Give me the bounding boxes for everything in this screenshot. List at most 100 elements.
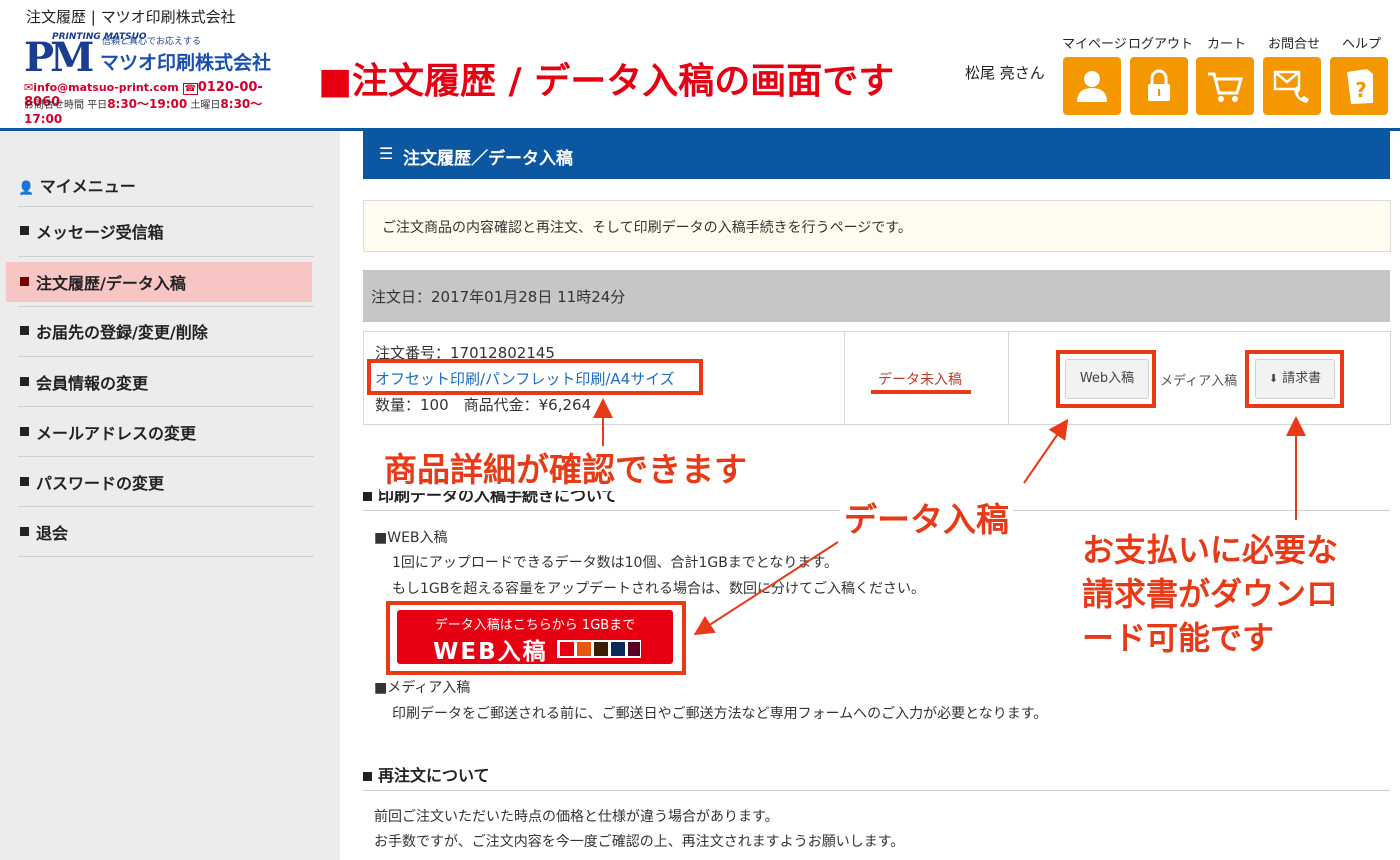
sidebar-item-order-history[interactable]: 注文履歴/データ入稿 (6, 262, 312, 302)
sidebar-item-label: 退会 (36, 524, 69, 543)
logo-company-name: マツオ印刷株式会社 (100, 52, 272, 74)
divider (18, 206, 314, 207)
divider (18, 556, 314, 557)
sidebar-item-addresses[interactable]: お届先の登録/変更/削除 (6, 311, 312, 351)
window-title: 注文履歴 | マツオ印刷株式会社 (26, 8, 236, 26)
contact-email: info@matsuo-print.com (33, 81, 179, 94)
help-button[interactable]: ? (1330, 57, 1388, 115)
highlight-invoice (1245, 350, 1344, 408)
help-book-icon: ? (1347, 69, 1373, 104)
reorder-section-title: 再注文について (363, 762, 490, 786)
sidebar: 👤 マイメニュー メッセージ受信箱 注文履歴/データ入稿 お届先の登録/変更/削… (0, 131, 340, 860)
sidebar-heading: 👤 マイメニュー (18, 173, 136, 197)
divider (844, 332, 845, 424)
annotation-data-upload: データ入稿 (840, 493, 1013, 541)
bullet-icon (363, 492, 372, 501)
sidebar-item-label: お届先の登録/変更/削除 (36, 323, 208, 342)
bullet-icon (20, 377, 29, 386)
intro-text: ご注文商品の内容確認と再注文、そして印刷データの入稿手続きを行うページです。 (382, 220, 912, 236)
media-upload-heading: ■メディア入稿 (374, 680, 471, 696)
nav-label-help[interactable]: ヘルプ (1342, 33, 1381, 52)
divider (18, 356, 314, 357)
annotation-invoice: お支払いに必要な 請求書がダウンロ ード可能です (1082, 528, 1338, 660)
arrow-web-upload (1023, 418, 1069, 484)
sidebar-item-label: 会員情報の変更 (36, 374, 149, 393)
highlight-status-underline (871, 390, 971, 394)
sidebar-item-password[interactable]: パスワードの変更 (6, 462, 312, 502)
web-upload-line2: もし1GBを超える容量をアップデートされる場合は、数回に分けてご入稿ください。 (392, 581, 925, 597)
sidebar-item-label: メールアドレスの変更 (36, 424, 197, 443)
cart-icon (1208, 72, 1243, 102)
nav-label-contact[interactable]: お問合せ (1268, 33, 1320, 52)
intro-notice: ご注文商品の内容確認と再注文、そして印刷データの入稿手続きを行うページです。 (363, 200, 1391, 252)
sidebar-item-withdraw[interactable]: 退会 (6, 512, 312, 552)
sidebar-item-messages[interactable]: メッセージ受信箱 (6, 211, 312, 251)
annotation-product-detail: 商品詳細が確認できます (380, 443, 751, 491)
logo-tagline: 信頼と真心でお応えする (102, 37, 202, 47)
hours-label: お問合せ時間 (24, 100, 84, 111)
highlight-web-upload (1056, 350, 1156, 408)
sidebar-item-member-info[interactable]: 会員情報の変更 (6, 362, 312, 402)
nav-label-logout[interactable]: ログアウト (1128, 33, 1193, 52)
reorder-line1: 前回ご注文いただいた時点の価格と仕様が違う場合があります。 (374, 809, 779, 825)
media-upload-line: 印刷データをご郵送される前に、ご郵送日やご郵送方法など専用フォームへのご入力が必… (392, 706, 1048, 722)
sidebar-item-label: 注文履歴/データ入稿 (36, 274, 186, 293)
page-title: 注文履歴／データ入稿 (403, 149, 573, 169)
web-upload-line1: 1回にアップロードできるデータ数は10個、合計1GBまでとなります。 (392, 555, 838, 571)
reorder-section-title-label: 再注文について (378, 766, 490, 785)
svg-text:?: ? (1355, 78, 1367, 102)
saturday-label: 土曜日 (190, 100, 221, 111)
cart-button[interactable] (1196, 57, 1254, 115)
annotation-invoice-line1: お支払いに必要な (1082, 531, 1339, 569)
divider (1008, 332, 1009, 424)
web-upload-banner-button[interactable]: データ入稿はこちらから 1GBまで WEB入稿 (397, 610, 673, 665)
reorder-line2: お手数ですが、ご注文内容を今一度ご確認の上、再注文されますようお願いします。 (374, 834, 905, 850)
web-upload-banner-line1: データ入稿はこちらから 1GBまで (434, 618, 636, 633)
divider (18, 406, 314, 407)
bullet-icon (363, 772, 372, 781)
bullet-icon (20, 226, 29, 235)
logout-button[interactable] (1130, 57, 1188, 115)
order-date-bar: 注文日：2017年01月28日 11時24分 (363, 270, 1390, 322)
media-upload-button[interactable]: メディア入稿 (1160, 370, 1237, 389)
sidebar-item-label: メッセージ受信箱 (36, 223, 164, 242)
nav-label-cart[interactable]: カート (1207, 33, 1246, 52)
web-upload-banner-line2: WEB入稿 (433, 639, 548, 665)
upload-status: データ未入稿 (878, 372, 962, 388)
sidebar-item-email[interactable]: メールアドレスの変更 (6, 412, 312, 452)
divider (18, 306, 314, 307)
nav-label-mypage[interactable]: マイページ (1062, 33, 1127, 52)
company-logo[interactable]: PM PRINTING MATSUO 信頼と真心でお応えする マツオ印刷株式会社… (24, 32, 279, 126)
main-header: ☰ 注文履歴／データ入稿 (363, 131, 1390, 179)
mypage-button[interactable] (1063, 57, 1121, 115)
user-name: 松尾 亮さん (965, 64, 1045, 82)
annotation-invoice-line2: 請求書がダウンロ (1082, 575, 1339, 613)
user-small-icon: 👤 (18, 181, 35, 196)
contact-hours: お問合せ時間 平日8:30〜19:00 土曜日8:30〜17:00 (24, 95, 279, 126)
divider (18, 256, 314, 257)
divider (363, 790, 1390, 791)
contact-button[interactable] (1263, 57, 1321, 115)
bullet-icon (20, 326, 29, 335)
file-format-icons (557, 640, 641, 658)
bullet-icon (20, 527, 29, 536)
web-upload-heading: ■WEB入稿 (374, 530, 448, 546)
weekday-hours: 8:30〜19:00 (107, 97, 188, 111)
sidebar-heading-label: マイメニュー (39, 177, 136, 196)
database-icon: ☰ (379, 144, 394, 163)
bullet-icon (20, 477, 29, 486)
sidebar-item-label: パスワードの変更 (36, 474, 165, 493)
highlight-product-link (367, 359, 703, 395)
divider (18, 506, 314, 507)
order-date: 注文日：2017年01月28日 11時24分 (371, 288, 626, 306)
annotation-banner: ■注文履歴 / データ入稿の画面です (318, 61, 895, 102)
mail-icon: ✉ (24, 81, 34, 94)
order-quantity-price: 数量：100 商品代金：¥6,264 (375, 396, 592, 414)
site-header: 注文履歴 | マツオ印刷株式会社 PM PRINTING MATSUO 信頼と真… (0, 0, 1400, 131)
bullet-icon (20, 277, 29, 286)
mail-phone-icon (1273, 70, 1309, 103)
user-icon (1077, 71, 1107, 102)
weekday-label: 平日 (87, 100, 108, 111)
annotation-invoice-line3: ード可能です (1082, 619, 1275, 657)
divider (18, 456, 314, 457)
